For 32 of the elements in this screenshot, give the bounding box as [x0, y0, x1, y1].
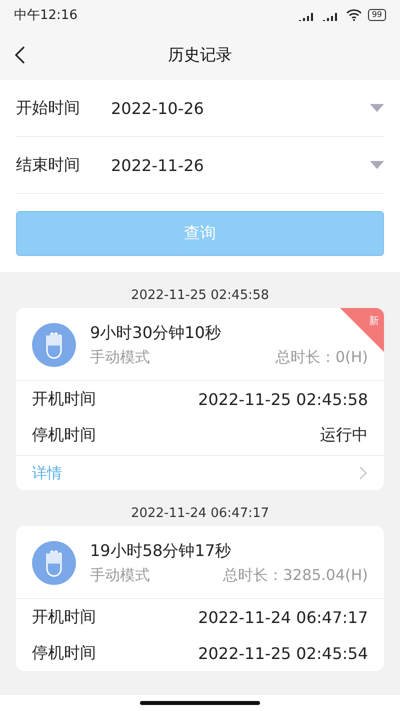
mode-text: 手动模式 — [90, 566, 150, 585]
dropdown-icon[interactable] — [370, 161, 384, 169]
hand-icon — [32, 323, 76, 367]
record-date: 2022-11-25 02:45:58 — [130, 287, 270, 305]
new-badge — [340, 308, 384, 352]
duration-text: 9小时30分钟10秒 — [90, 323, 222, 344]
mode-text: 手动模式 — [90, 348, 150, 367]
battery-icon: 99 — [368, 9, 386, 21]
start-label: 开机时间 — [32, 606, 96, 628]
new-badge-text: 新 — [369, 314, 379, 328]
duration-text: 19小时58分钟17秒 — [90, 541, 232, 562]
chevron-right-icon — [358, 465, 368, 481]
date-value[interactable]: 2022-10-26 — [111, 98, 370, 118]
page-title: 历史记录 — [168, 44, 232, 66]
filter-label: 结束时间 — [16, 154, 81, 176]
filter-label: 开始时间 — [16, 98, 81, 118]
stop-label: 停机时间 — [32, 642, 96, 664]
stop-time: 运行中 — [320, 424, 368, 446]
total-hours: 总时长：0(H) — [275, 348, 368, 367]
record-date: 2022-11-24 06:47:17 — [130, 505, 270, 523]
start-time: 2022-11-24 06:47:17 — [198, 608, 368, 626]
dropdown-icon[interactable] — [370, 104, 384, 112]
start-time: 2022-11-25 02:45:58 — [198, 390, 368, 408]
start-label: 开机时间 — [32, 388, 96, 410]
status-time: 中午12:16 — [14, 7, 78, 24]
back-icon[interactable] — [14, 46, 26, 64]
hand-icon — [32, 541, 76, 585]
stop-label: 停机时间 — [32, 424, 96, 446]
stop-time: 2022-11-25 02:45:54 — [198, 644, 368, 662]
total-hours: 总时长：3285.04(H) — [222, 566, 368, 585]
date-value[interactable]: 2022-11-26 — [111, 156, 370, 174]
wifi-icon — [346, 9, 362, 21]
